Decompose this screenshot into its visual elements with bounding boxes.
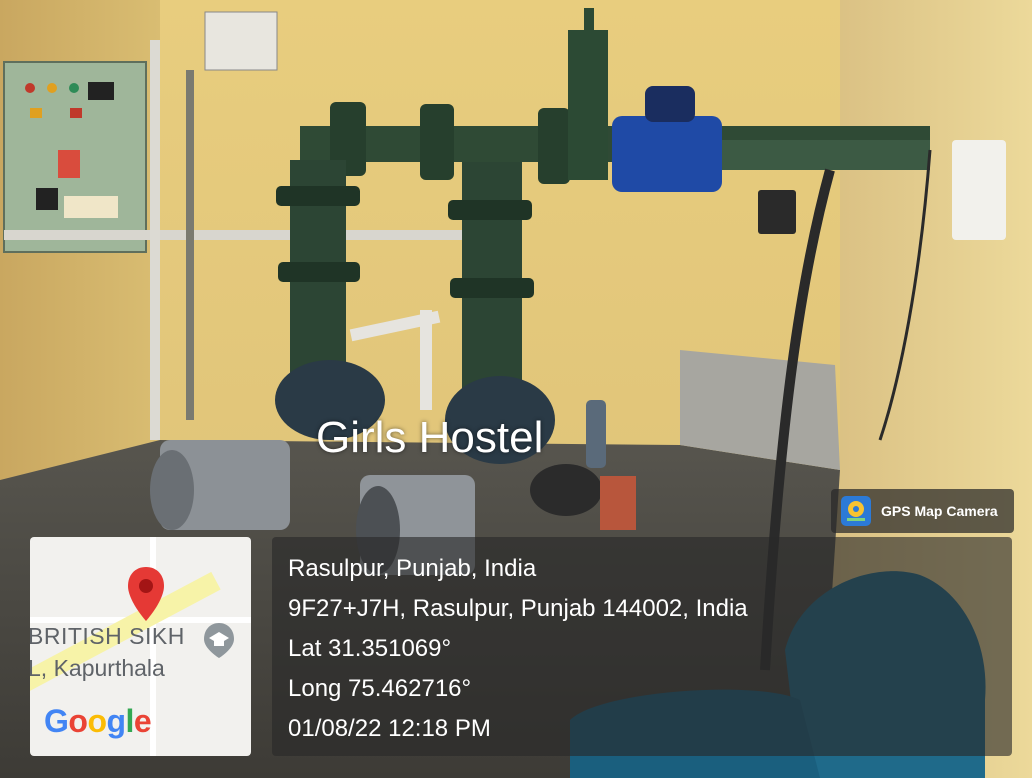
timestamp: 01/08/22 12:18 PM [288,715,491,742]
google-logo-letter: G [44,703,69,739]
google-logo-letter: o [68,703,88,739]
location-info-panel: Rasulpur, Punjab, India 9F27+J7H, Rasulp… [272,537,1012,756]
map-place-label: BRITISH SIKH [30,623,185,649]
google-logo: Google [44,703,152,740]
map-place-label: L, Kapurthala [30,655,165,681]
badge-label: GPS Map Camera [881,503,998,519]
graduation-cap-icon [204,623,234,658]
gps-map-camera-badge: GPS Map Camera [831,489,1014,533]
location-pin-icon [128,567,164,621]
google-logo-letter: l [125,703,135,739]
map-thumbnail: BRITISH SIKH L, Kapurthala Google [30,537,251,756]
google-logo-letter: e [133,703,152,739]
google-logo-letter: g [106,703,126,739]
address: 9F27+J7H, Rasulpur, Punjab 144002, India [288,595,748,622]
latitude: Lat 31.351069° [288,635,452,662]
overlay-caption: Girls Hostel [316,413,544,462]
place-name: Rasulpur, Punjab, India [288,555,537,582]
google-logo-letter: o [87,703,107,739]
map-camera-icon [841,496,871,526]
longitude: Long 75.462716° [288,675,472,702]
